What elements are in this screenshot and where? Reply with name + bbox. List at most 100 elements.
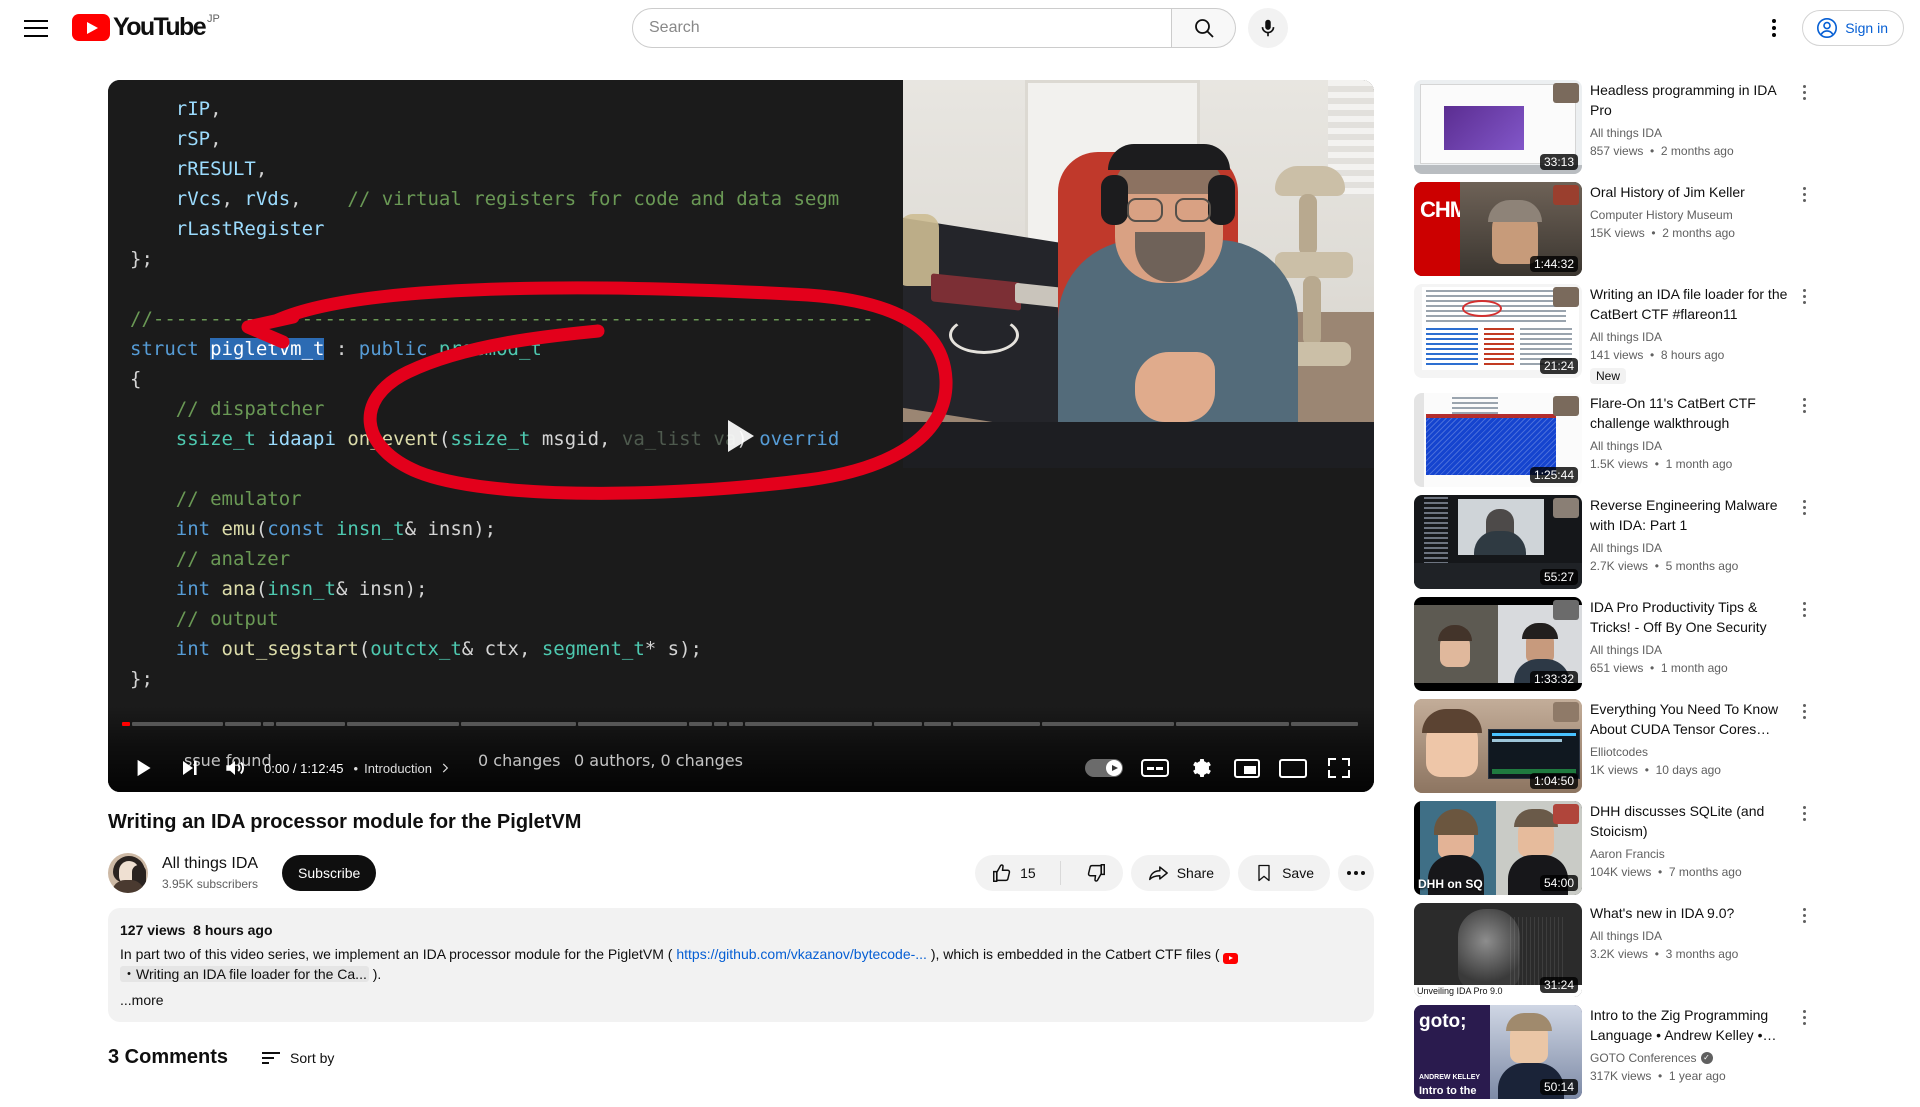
video-channel: Aaron Francis [1590,847,1665,861]
share-arrow-icon [1148,866,1168,881]
recommended-video-item[interactable]: 55:27 Reverse Engineering Malware with I… [1414,495,1816,589]
video-options-button[interactable] [1792,182,1816,206]
channel-avatar[interactable] [108,853,148,893]
play-button[interactable] [120,744,166,792]
video-options-button[interactable] [1792,80,1816,104]
video-thumbnail[interactable]: 21:24 [1414,284,1582,378]
video-description-box[interactable]: 127 views 8 hours ago In part two of thi… [108,908,1374,1022]
comment-count: 3 Comments [108,1046,229,1068]
share-button[interactable]: Share [1130,855,1231,891]
video-meta: 141 views • 8 hours ago [1590,348,1725,362]
progress-bar[interactable] [122,722,1360,727]
theater-mode-button[interactable] [1270,744,1316,792]
video-thumbnail[interactable]: 1:04:50 [1414,699,1582,793]
video-player[interactable]: rIP, rSP, rRESULT, rVcs, rVds, // virtua… [108,80,1374,792]
subscribe-button[interactable]: Subscribe [282,855,377,891]
search-box[interactable] [632,8,1172,48]
video-action-buttons: 15 Share Save [975,855,1374,891]
captions-button[interactable] [1132,744,1178,792]
action-divider [1059,861,1061,885]
video-thumbnail[interactable]: 1:25:44 [1414,393,1582,487]
video-channel: All things IDA [1590,929,1663,943]
sign-in-button[interactable]: Sign in [1802,10,1904,46]
video-title: DHH discusses SQLite (and Stoicism) [1590,803,1765,839]
video-options-button[interactable] [1792,284,1816,308]
channel-pip [1553,185,1579,205]
video-title: What's new in IDA 9.0? [1590,905,1735,921]
recommended-video-item[interactable]: DHH on SQ 54:00 DHH discusses SQLite (an… [1414,801,1816,895]
video-thumbnail[interactable]: DHH on SQ 54:00 [1414,801,1582,895]
video-options-button[interactable] [1792,699,1816,723]
player-settings-button[interactable] [1178,744,1224,792]
video-options-button[interactable] [1792,597,1816,621]
channel-pip [1553,287,1579,307]
video-meta: 15K views • 2 months ago [1590,226,1735,240]
like-button[interactable]: 15 [975,855,1052,891]
video-options-button[interactable] [1792,393,1816,417]
closed-captions-icon [1141,759,1169,777]
search-input[interactable] [649,19,1171,37]
volume-icon [226,760,244,776]
video-title: Everything You Need To Know About CUDA T… [1590,701,1779,737]
recommended-videos-list: 33:13 Headless programming in IDA Pro Al… [1414,80,1816,1107]
search-button[interactable] [1172,8,1236,48]
hamburger-menu-icon [24,19,48,37]
video-info: Reverse Engineering Malware with IDA: Pa… [1590,495,1816,589]
miniplayer-icon [1234,758,1260,778]
next-video-button[interactable] [166,744,212,792]
chapter-indicator[interactable]: • Introduction [354,761,453,776]
fullscreen-icon [1328,758,1350,778]
youtube-logo[interactable]: YouTube JP [72,13,220,42]
voice-search-button[interactable] [1248,8,1288,48]
video-thumbnail[interactable]: CHM 1:44:32 [1414,182,1582,276]
video-channel: All things IDA [1590,643,1663,657]
play-icon [137,759,151,777]
video-info: Writing an IDA file loader for the CatBe… [1590,284,1816,385]
more-actions-button[interactable] [1338,855,1374,891]
video-thumbnail[interactable]: 33:13 [1414,80,1582,174]
video-options-button[interactable] [1792,495,1816,519]
recommended-video-item[interactable]: 1:33:32 IDA Pro Productivity Tips & Tric… [1414,597,1816,691]
video-meta: 317K views • 1 year ago [1590,1069,1726,1083]
video-thumbnail[interactable]: 55:27 [1414,495,1582,589]
recommended-video-item[interactable]: CHM 1:44:32 Oral History of Jim Keller C… [1414,182,1816,276]
recommended-video-item[interactable]: 1:04:50 Everything You Need To Know Abou… [1414,699,1816,793]
bookmark-icon [1258,864,1270,882]
channel-name[interactable]: All things IDA [162,853,258,875]
video-options-button[interactable] [1792,801,1816,825]
sort-comments-button[interactable]: Sort by [262,1050,334,1066]
recommended-video-item[interactable]: 1:25:44 Flare-On 11's CatBert CTF challe… [1414,393,1816,487]
linked-video-chip[interactable]: ・Writing an IDA file loader for the Ca..… [120,966,369,982]
autoplay-button[interactable] [1076,744,1132,792]
recommended-video-item[interactable]: 21:24 Writing an IDA file loader for the… [1414,284,1816,385]
video-info: What's new in IDA 9.0? All things IDA 3.… [1590,903,1816,997]
video-options-button[interactable] [1792,1005,1816,1029]
miniplayer-button[interactable] [1224,744,1270,792]
settings-menu-button[interactable] [1754,8,1794,48]
recommended-video-item[interactable]: Unveiling IDA Pro 9.0 31:24 What's new i… [1414,903,1816,997]
verified-badge-icon: ✓ [1700,1052,1713,1064]
video-duration: 50:14 [1539,1079,1578,1095]
video-duration: 1:33:32 [1529,671,1578,687]
search-icon [1194,19,1214,38]
video-title: Headless programming in IDA Pro [1590,82,1776,118]
recommended-video-item[interactable]: 33:13 Headless programming in IDA Pro Al… [1414,80,1816,174]
guide-menu-button[interactable] [16,8,56,48]
video-thumbnail[interactable]: Unveiling IDA Pro 9.0 31:24 [1414,903,1582,997]
video-options-button[interactable] [1792,903,1816,927]
fullscreen-button[interactable] [1316,744,1362,792]
video-thumbnail[interactable]: goto; ANDREW KELLEY Intro to the 50:14 [1414,1005,1582,1099]
video-thumbnail[interactable]: 1:33:32 [1414,597,1582,691]
video-duration: 31:24 [1539,977,1578,993]
channel-pip [1553,498,1579,518]
recommended-video-item[interactable]: goto; ANDREW KELLEY Intro to the 50:14 I… [1414,1005,1816,1099]
video-title: Intro to the Zig Programming Language • … [1590,1007,1777,1043]
save-button[interactable]: Save [1238,855,1330,891]
autoplay-toggle[interactable] [1085,759,1123,777]
description-link[interactable]: https://github.com/vkazanov/bytecode-... [676,946,927,962]
show-more-button[interactable]: ...more [120,990,1362,1010]
dislike-button[interactable] [1069,855,1123,891]
masthead-center [290,8,1630,48]
video-meta: 857 views • 2 months ago [1590,144,1734,158]
volume-button[interactable] [212,744,258,792]
